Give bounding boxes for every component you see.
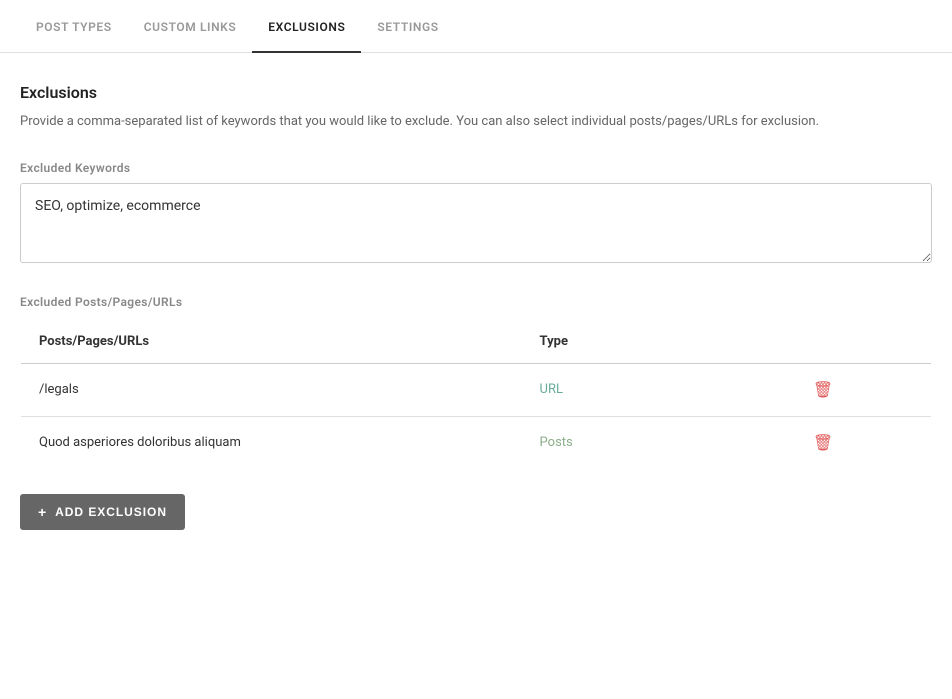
excluded-posts-label: Excluded Posts/Pages/URLs (20, 295, 932, 309)
tab-custom-links[interactable]: CUSTOM LINKS (128, 0, 253, 52)
row-type-2: Posts (522, 416, 795, 469)
content-area: Exclusions Provide a comma-separated lis… (0, 53, 952, 560)
table-header-row: Posts/Pages/URLs Type (21, 319, 932, 363)
col-header-action (795, 319, 932, 363)
row-url-2: Quod asperiores doloribus aliquam (21, 416, 522, 469)
section-description: Provide a comma-separated list of keywor… (20, 112, 920, 133)
row-type-1: URL (522, 363, 795, 416)
table-row: Quod asperiores doloribus aliquam Posts … (21, 416, 932, 469)
tabs-container: POST TYPES CUSTOM LINKS EXCLUSIONS SETTI… (0, 0, 952, 53)
trash-icon-1: 🗑 (813, 380, 833, 400)
delete-button-1[interactable]: 🗑 (813, 380, 833, 400)
row-action-1: 🗑 (795, 363, 932, 416)
table-row: /legals URL 🗑 (21, 363, 932, 416)
tab-post-types[interactable]: POST TYPES (20, 0, 128, 52)
type-badge-posts: Posts (540, 435, 573, 450)
keywords-label: Excluded Keywords (20, 161, 932, 175)
plus-icon: + (38, 504, 47, 520)
page-wrapper: POST TYPES CUSTOM LINKS EXCLUSIONS SETTI… (0, 0, 952, 699)
trash-icon-2: 🗑 (813, 433, 833, 453)
keywords-textarea[interactable] (20, 183, 932, 263)
col-header-url: Posts/Pages/URLs (21, 319, 522, 363)
row-url-1: /legals (21, 363, 522, 416)
exclusions-table: Posts/Pages/URLs Type /legals URL 🗑 (20, 319, 932, 470)
add-exclusion-button[interactable]: + ADD EXCLUSION (20, 494, 185, 530)
row-action-2: 🗑 (795, 416, 932, 469)
excluded-posts-section: Excluded Posts/Pages/URLs Posts/Pages/UR… (20, 295, 932, 470)
delete-button-2[interactable]: 🗑 (813, 433, 833, 453)
tab-settings[interactable]: SETTINGS (361, 0, 454, 52)
type-badge-url: URL (540, 382, 563, 397)
section-title: Exclusions (20, 83, 932, 102)
col-header-type: Type (522, 319, 795, 363)
tab-exclusions[interactable]: EXCLUSIONS (252, 0, 361, 52)
add-exclusion-label: ADD EXCLUSION (55, 505, 167, 519)
